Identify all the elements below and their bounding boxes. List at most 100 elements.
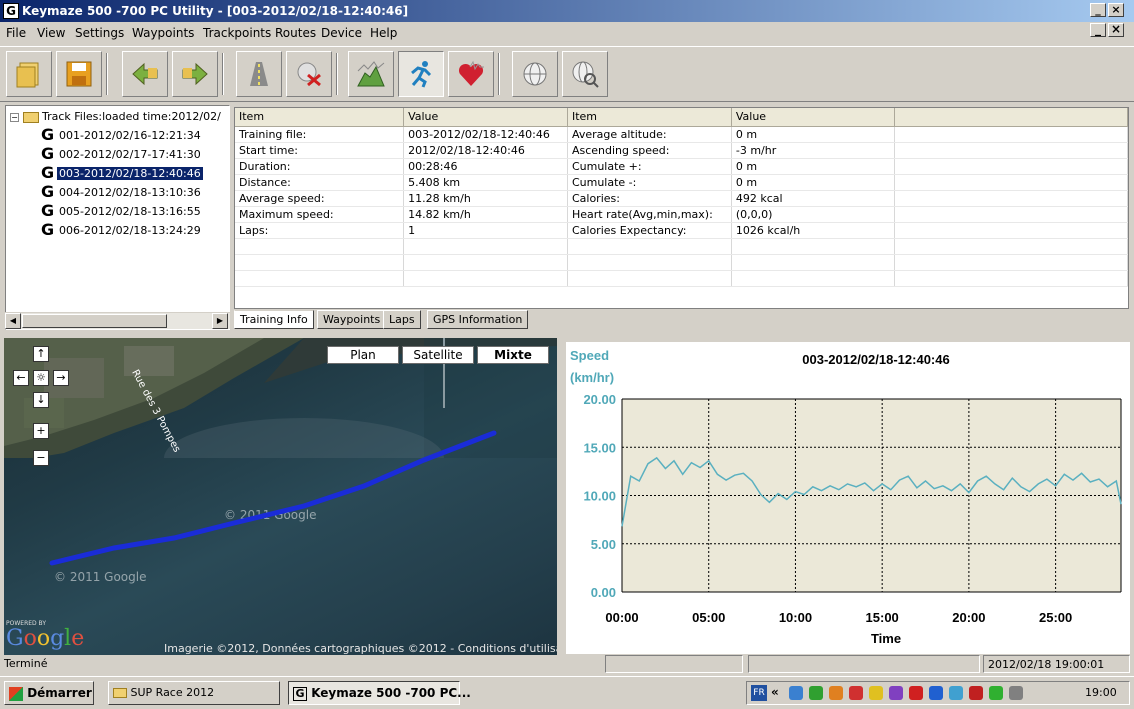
google-logo[interactable]: Google — [6, 627, 84, 651]
track-files-tree[interactable]: − Track Files:loaded time:2012/02/ G 001-… — [5, 105, 230, 330]
tab-training-info[interactable]: Training Info — [234, 310, 314, 329]
grid-row[interactable] — [235, 270, 1128, 287]
tree-item[interactable]: G 001-2012/02/16-12:21:34 — [41, 127, 203, 144]
doc-minimize-button[interactable]: _ — [1090, 23, 1106, 37]
menu-device[interactable]: Device — [321, 26, 362, 40]
globe-search-button[interactable] — [562, 51, 608, 97]
grid-empty-cell — [894, 158, 1128, 175]
grid-row[interactable]: Training file: 003-2012/02/18-12:40:46 Ave… — [235, 126, 1128, 143]
tray-icon[interactable] — [809, 686, 823, 700]
collapse-icon[interactable]: − — [10, 112, 19, 122]
close-button[interactable]: × — [1108, 3, 1124, 17]
tree-root[interactable]: − Track Files:loaded time:2012/02/ — [10, 110, 221, 123]
y-axis-label: Speed — [570, 348, 609, 363]
grid-row[interactable]: Distance: 5.408 km Cumulate -: 0 m — [235, 174, 1128, 191]
grid-empty-cell — [894, 126, 1128, 143]
map-type-mixte[interactable]: Mixte — [477, 346, 549, 364]
grid-value-cell: 00:28:46 — [403, 158, 568, 175]
map-view[interactable]: © 2011 Google © 2011 Google Rue des 3 Po… — [4, 338, 557, 655]
tree-item[interactable]: G 004-2012/02/18-13:10:36 — [41, 184, 203, 201]
menu-help[interactable]: Help — [370, 26, 397, 40]
tree-horizontal-scrollbar[interactable]: ◀ ▶ — [5, 312, 230, 329]
pan-right-button[interactable]: → — [53, 370, 69, 386]
tab-laps[interactable]: Laps — [383, 310, 421, 329]
tray-icon[interactable] — [869, 686, 883, 700]
grid-empty-cell — [894, 174, 1128, 191]
delete-route-button[interactable] — [286, 51, 332, 97]
grid-header[interactable]: Item — [235, 108, 405, 127]
tray-icon[interactable] — [929, 686, 943, 700]
tab-gps-information[interactable]: GPS Information — [427, 310, 529, 329]
pan-up-button[interactable]: ↑ — [33, 346, 49, 362]
pan-center-button[interactable]: ☼ — [33, 370, 49, 386]
grid-row[interactable] — [235, 254, 1128, 271]
tray-icon[interactable] — [989, 686, 1003, 700]
gps-track — [49, 430, 497, 566]
task-keymaze[interactable]: G Keymaze 500 -700 PC... — [288, 681, 471, 705]
map-type-satellite[interactable]: Satellite — [402, 346, 474, 364]
scroll-right-button[interactable]: ▶ — [212, 313, 228, 329]
scroll-thumb[interactable] — [22, 314, 167, 328]
minimize-button[interactable]: _ — [1090, 3, 1106, 17]
scroll-left-button[interactable]: ◀ — [5, 313, 21, 329]
grid-header[interactable]: Item — [567, 108, 732, 127]
tree-item-selected[interactable]: G 003-2012/02/18-12:40:46 — [41, 165, 203, 182]
grid-header[interactable]: Value — [731, 108, 896, 127]
tray-icon[interactable] — [1009, 686, 1023, 700]
grid-row[interactable] — [235, 238, 1128, 255]
grid-empty-cell — [894, 270, 1128, 287]
upload-button[interactable] — [122, 51, 168, 97]
start-button[interactable]: Démarrer — [4, 681, 94, 705]
y-tick-label: 15.00 — [583, 440, 616, 455]
save-button[interactable] — [56, 51, 102, 97]
tray-icon[interactable] — [969, 686, 983, 700]
tray-icon[interactable] — [949, 686, 963, 700]
tray-expand-icon[interactable]: « — [771, 685, 779, 699]
grid-row[interactable]: Duration: 00:28:46 Cumulate +: 0 m — [235, 158, 1128, 175]
menu-routes[interactable]: Routes — [275, 26, 316, 40]
altitude-button[interactable] — [348, 51, 394, 97]
grid-row[interactable]: Laps: 1 Calories Expectancy: 1026 kcal/h — [235, 222, 1128, 239]
speed-button[interactable] — [398, 51, 444, 97]
download-button[interactable] — [172, 51, 218, 97]
tray-icon[interactable] — [889, 686, 903, 700]
zoom-in-button[interactable]: + — [33, 423, 49, 439]
tray-icon[interactable] — [789, 686, 803, 700]
grid-row[interactable]: Average speed: 11.28 km/h Calories: 492 kca… — [235, 190, 1128, 207]
heart-rate-button[interactable] — [448, 51, 494, 97]
grid-header[interactable]: Value — [403, 108, 568, 127]
y-tick-label: 20.00 — [583, 392, 616, 407]
menu-settings[interactable]: Settings — [75, 26, 124, 40]
tab-waypoints[interactable]: Waypoints — [317, 310, 387, 329]
grid-value-cell — [731, 238, 896, 255]
map-type-plan[interactable]: Plan — [327, 346, 399, 364]
tree-item[interactable]: G 002-2012/02/17-17:41:30 — [41, 146, 203, 163]
road-button[interactable] — [236, 51, 282, 97]
clock[interactable]: 19:00 — [1085, 686, 1117, 699]
grid-row[interactable]: Maximum speed: 14.82 km/h Heart rate(Avg,m… — [235, 206, 1128, 223]
globe-button[interactable] — [512, 51, 558, 97]
menu-waypoints[interactable]: Waypoints — [132, 26, 194, 40]
globe-icon — [523, 62, 547, 86]
doc-close-button[interactable]: × — [1108, 23, 1124, 37]
pan-down-button[interactable]: ↓ — [33, 392, 49, 408]
tree-item[interactable]: G 005-2012/02/18-13:16:55 — [41, 203, 203, 220]
menu-trackpoints[interactable]: Trackpoints — [203, 26, 271, 40]
language-indicator[interactable]: FR — [751, 685, 767, 701]
grid-empty-cell — [894, 222, 1128, 239]
grid-value-cell: 2012/02/18-12:40:46 — [403, 142, 568, 159]
tree-item[interactable]: G 006-2012/02/18-13:24:29 — [41, 222, 203, 239]
task-sup-race[interactable]: SUP Race 2012 — [108, 681, 280, 705]
menu-file[interactable]: File — [6, 26, 26, 40]
status-field — [605, 655, 743, 673]
pan-left-button[interactable]: ← — [13, 370, 29, 386]
tray-icon[interactable] — [829, 686, 843, 700]
tray-icon[interactable] — [909, 686, 923, 700]
menu-view[interactable]: View — [37, 26, 65, 40]
zoom-out-button[interactable]: − — [33, 450, 49, 466]
grid-row[interactable]: Start time: 2012/02/18-12:40:46 Ascending … — [235, 142, 1128, 159]
open-button[interactable] — [6, 51, 52, 97]
tray-icon[interactable] — [849, 686, 863, 700]
y-axis-unit: (km/hr) — [570, 370, 614, 385]
heart-rate-icon — [458, 60, 484, 86]
